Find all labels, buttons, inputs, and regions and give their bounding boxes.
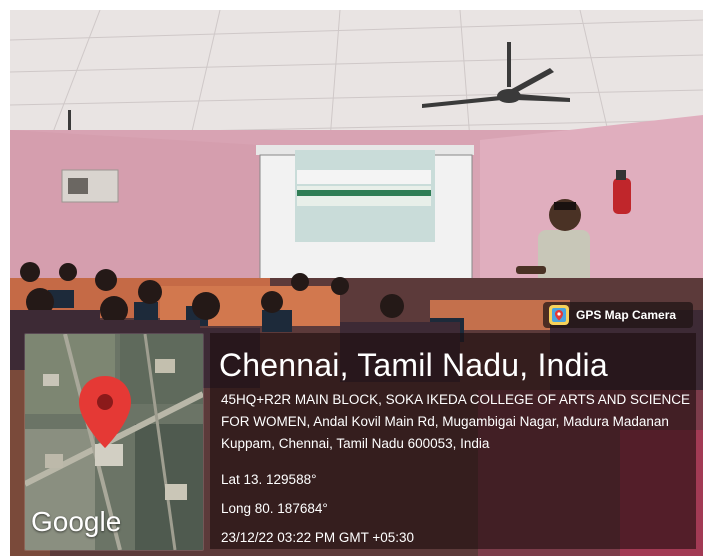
timestamp-text: 23/12/22 03:22 PM GMT +05:30: [221, 530, 415, 545]
location-title: Chennai, Tamil Nadu, India: [219, 347, 608, 383]
address-text: 45HQ+R2R MAIN BLOCK, SOKA IKEDA COLLEGE …: [221, 392, 691, 451]
longitude-text: Long 80. 187684°: [221, 501, 328, 516]
gps-map-camera-icon: [549, 305, 569, 325]
map-thumbnail: Google: [24, 333, 204, 551]
gps-map-camera-label: GPS Map Camera: [576, 308, 677, 322]
photo-frame: GPS Map Camera Google Chennai, Tamil Nad…: [10, 10, 703, 556]
location-overlay: Chennai, Tamil Nadu, India 45HQ+R2R MAIN…: [210, 333, 696, 549]
latitude-text: Lat 13. 129588°: [221, 472, 317, 487]
google-logo: Google: [31, 506, 122, 537]
gps-map-camera-badge: GPS Map Camera: [543, 302, 693, 328]
